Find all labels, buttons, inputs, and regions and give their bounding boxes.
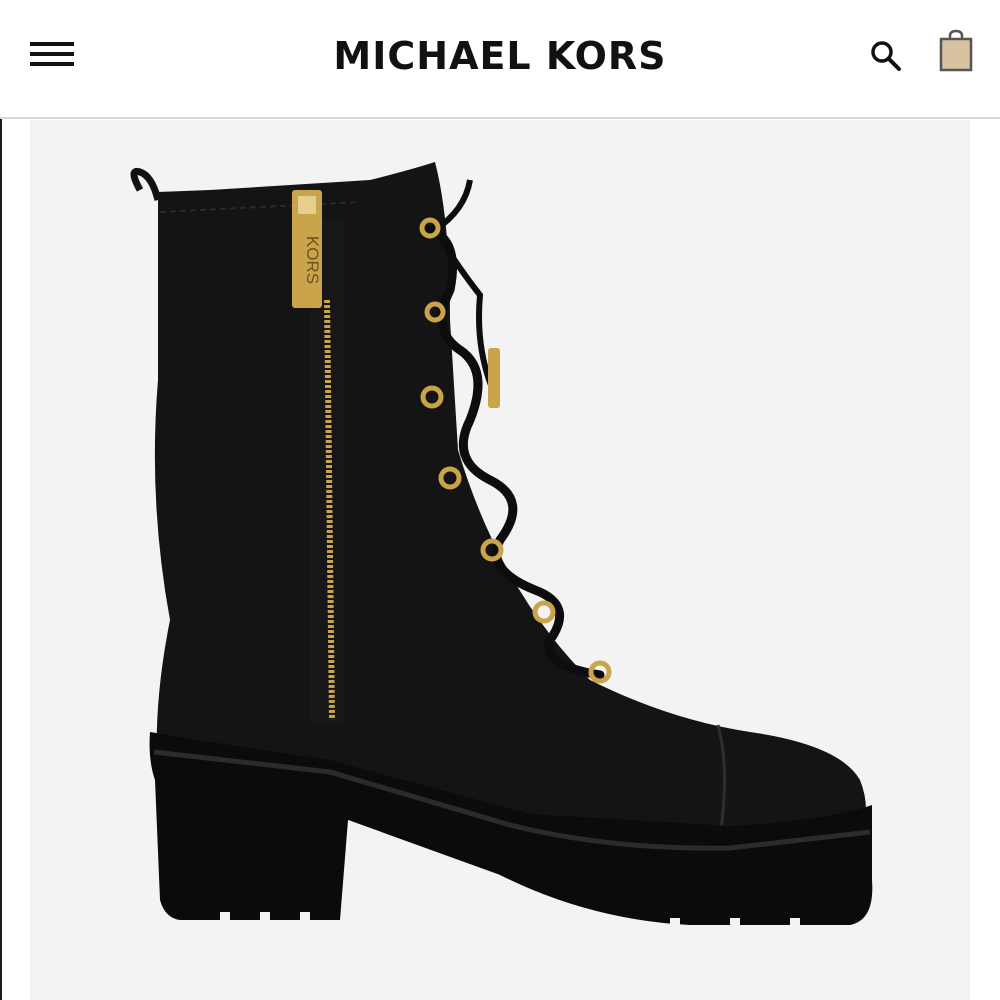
search-icon[interactable] [866,36,906,76]
product-image[interactable]: KORS [30,120,970,1000]
zipper-pull-text: KORS [303,236,322,284]
brand-logo: MICHAEL KORS [0,34,1000,78]
site-header: MICHAEL KORS [0,0,1000,119]
boot-illustration: KORS [130,162,873,928]
left-edge-border [0,0,2,1000]
shopping-bag-icon[interactable] [934,28,978,76]
hamburger-menu-icon[interactable] [28,38,76,72]
brand-name[interactable]: MICHAEL KORS [333,34,666,78]
